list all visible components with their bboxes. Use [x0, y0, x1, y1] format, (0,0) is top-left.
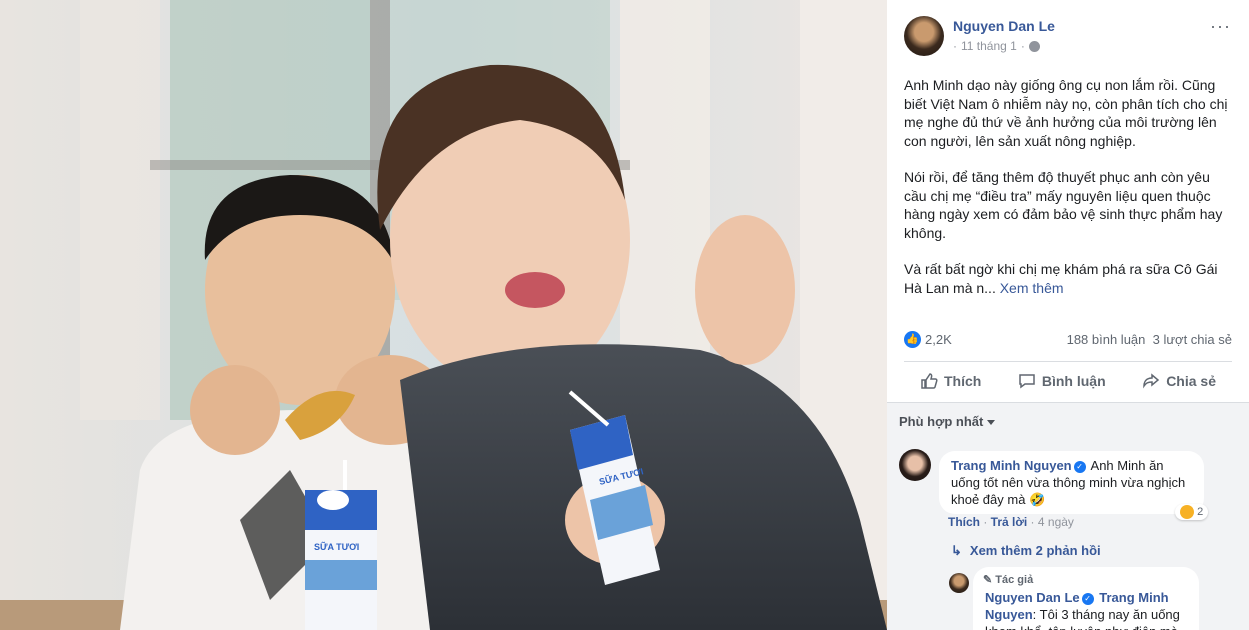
post-meta: · 11 tháng 1 · [953, 39, 1040, 53]
comment-like-link[interactable]: Thích [948, 515, 980, 529]
comment-actions: Thích · Trả lời · 4 ngày [948, 515, 1074, 529]
comment-bubble: Trang Minh Nguyen ✓ Anh Minh ăn uống tốt … [939, 451, 1204, 514]
comment-reaction-badge[interactable]: 2 [1175, 504, 1209, 520]
reply-author-avatar[interactable] [949, 573, 969, 593]
post-photo[interactable]: SỮA TƯƠI SỮA TƯƠI [0, 0, 887, 630]
carton-label: SỮA TƯƠI [314, 542, 359, 552]
thumbs-up-icon [921, 373, 938, 389]
reply-author-name[interactable]: Nguyen Dan Le [985, 590, 1080, 605]
like-button[interactable]: Thích [904, 372, 997, 390]
post-actions: Thích Bình luận Chia sẻ [904, 364, 1232, 398]
view-replies-label: Xem thêm 2 phản hồi [969, 543, 1101, 558]
share-label: Chia sẻ [1166, 373, 1216, 389]
post-author-name[interactable]: Nguyen Dan Le [953, 18, 1055, 34]
post-date[interactable]: 11 tháng 1 [961, 39, 1017, 53]
comment-sort-dropdown[interactable]: Phù hợp nhất [899, 414, 996, 429]
commenter-name[interactable]: Trang Minh Nguyen [951, 458, 1072, 473]
photo-illustration: SỮA TƯƠISỮA TƯƠI [0, 0, 887, 630]
post-panel: Nguyen Dan Le · 11 tháng 1 · ··· Anh Min… [887, 0, 1249, 630]
verified-badge-icon: ✓ [1073, 461, 1086, 473]
comment-button[interactable]: Bình luận [1002, 372, 1122, 390]
post-paragraph: Và rất bất ngờ khi chị mẹ khám phá ra sữ… [904, 260, 1234, 297]
author-badge: ✎ Tác giả [983, 574, 1034, 586]
post-paragraph: Nói rồi, để tăng thêm độ thuyết phục anh… [904, 169, 1223, 241]
like-reaction-icon[interactable]: 👍 [904, 331, 921, 348]
reaction-summary: 👍 2,2K 188 bình luận 3 lượt chia sẻ [904, 330, 1232, 350]
haha-reaction-icon [1180, 505, 1194, 519]
meta-separator: · [953, 39, 957, 53]
comment-reply-link[interactable]: Trả lời [991, 515, 1028, 529]
sort-label: Phù hợp nhất [899, 414, 984, 429]
like-label: Thích [944, 373, 982, 389]
post-text: Anh Minh dạo này giống ông cụ non lắm rồ… [904, 76, 1234, 315]
comments-section: Phù hợp nhất Trang Minh Nguyen ✓ Anh Minh… [887, 402, 1249, 630]
reaction-count[interactable]: 2,2K [925, 332, 952, 347]
share-icon [1143, 373, 1160, 389]
divider [904, 361, 1232, 362]
comment-reaction-count: 2 [1197, 505, 1204, 518]
comment-label: Bình luận [1041, 373, 1106, 389]
share-count[interactable]: 3 lượt chia sẻ [1153, 332, 1232, 347]
verified-badge-icon: ✓ [1081, 593, 1094, 605]
globe-icon[interactable] [1028, 40, 1040, 52]
author-badge-label: Tác giả [995, 574, 1034, 586]
meta-separator: · [1020, 39, 1025, 53]
comment-count[interactable]: 188 bình luận [1067, 332, 1146, 347]
more-options-icon[interactable]: ··· [1210, 16, 1231, 37]
author-avatar[interactable] [904, 16, 944, 56]
comment-icon [1019, 374, 1035, 389]
caret-down-icon [987, 420, 996, 426]
comment-time[interactable]: 4 ngày [1038, 515, 1074, 529]
share-button[interactable]: Chia sẻ [1126, 372, 1232, 390]
reply-arrow-icon: ↳ [951, 543, 962, 558]
see-more-link[interactable]: Xem thêm [1000, 280, 1064, 296]
view-more-replies-link[interactable]: ↳ Xem thêm 2 phản hồi [951, 543, 1101, 559]
engagement-counts: 188 bình luận 3 lượt chia sẻ [1067, 332, 1232, 347]
post-paragraph: Anh Minh dạo này giống ông cụ non lắm rồ… [904, 77, 1228, 149]
commenter-avatar[interactable] [899, 449, 931, 481]
